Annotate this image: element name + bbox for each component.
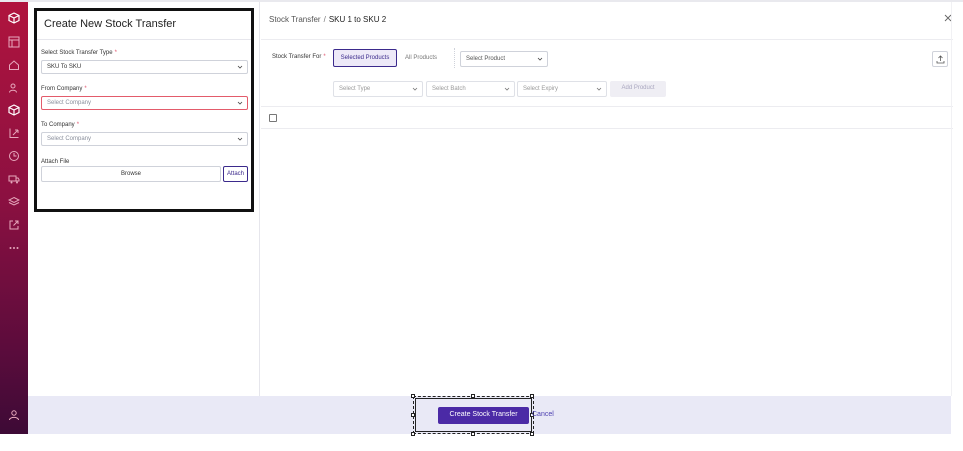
from-company-select[interactable]: Select Company [41,96,248,110]
panel-right-edge [951,2,952,396]
transfer-type-select[interactable]: SKU To SKU [41,60,248,74]
to-company-select[interactable]: Select Company [41,132,248,146]
resize-handle [530,432,534,436]
clock-icon[interactable] [7,149,21,163]
export-button[interactable] [932,51,948,67]
select-batch-placeholder: Select Batch [432,86,466,92]
browse-label: Browse [120,171,141,177]
transfer-details-panel: Stock Transfer / SKU 1 to SKU 2 Stock Tran… [261,2,963,396]
cancel-link[interactable]: Cancel [532,411,554,418]
from-company-placeholder: Select Company [47,100,92,106]
all-products-tab[interactable]: All Products [399,49,443,67]
resize-handle [471,394,475,398]
to-company-placeholder: Select Company [47,136,92,142]
form-divider [37,39,251,40]
profile-icon[interactable] [7,408,21,422]
resize-handle [411,394,415,398]
breadcrumb-parent[interactable]: Stock Transfer [269,15,321,24]
users-icon[interactable] [7,81,21,95]
chevron-down-icon [596,87,602,91]
add-product-button[interactable]: Add Product [610,81,666,97]
upload-icon [936,55,945,64]
breadcrumb-current: SKU 1 to SKU 2 [328,15,387,24]
attach-file-label: Attach File [41,159,70,165]
chevron-down-icon [412,87,418,91]
resize-handle [530,394,534,398]
chevron-down-icon [237,101,243,105]
breadcrumb: Stock Transfer / SKU 1 to SKU 2 [269,15,386,24]
header-divider [261,39,953,40]
chevron-down-icon [237,65,243,69]
stock-transfer-form: Create New Stock Transfer Select Stock T… [34,8,254,212]
resize-handle [471,432,475,436]
create-stock-transfer-label: Create Stock Transfer [449,411,518,418]
truck-icon[interactable] [7,172,21,186]
select-expiry-placeholder: Select Expiry [523,86,559,92]
add-product-label: Add Product [621,85,655,91]
chevron-down-icon [537,57,543,61]
chevron-down-icon [504,87,510,91]
resize-handle [411,432,415,436]
breadcrumb-separator: / [323,15,326,24]
attach-button-label: Attach [226,171,244,177]
home-icon[interactable] [7,58,21,72]
transfer-icon[interactable] [7,126,21,140]
resize-handle [411,413,415,417]
chevron-down-icon [237,137,243,141]
table-header-bottom-border [261,128,953,129]
attach-button[interactable]: Attach [223,166,248,182]
from-company-label: From Company * [41,86,87,92]
browse-file-input[interactable]: Browse [41,166,221,182]
transfer-for-label: Stock Transfer For * [272,54,326,60]
transfer-type-value: SKU To SKU [47,64,82,70]
app-root: Create New Stock Transfer Select Stock T… [0,0,963,451]
layout-icon[interactable] [7,35,21,49]
logo-cube-icon[interactable] [7,11,21,25]
filter-separator [454,48,455,68]
to-company-label: To Company * [41,122,80,128]
transfer-type-label: Select Stock Transfer Type * [41,50,117,56]
inventory-box-icon[interactable] [7,103,21,117]
select-expiry-dropdown[interactable]: Select Expiry [517,81,607,97]
create-stock-transfer-button[interactable]: Create Stock Transfer [438,407,529,424]
layers-icon[interactable] [7,195,21,209]
sidebar [0,2,28,434]
external-link-icon[interactable] [7,218,21,232]
more-icon[interactable] [7,241,21,255]
selected-products-tab[interactable]: Selected Products [333,49,397,67]
form-title: Create New Stock Transfer [44,18,177,30]
select-all-checkbox[interactable] [269,114,277,122]
select-type-placeholder: Select Type [339,86,371,92]
table-header-top-border [261,106,953,107]
select-product-dropdown[interactable]: Select Product [460,51,548,67]
select-type-dropdown[interactable]: Select Type [333,81,423,97]
select-product-placeholder: Select Product [466,56,506,62]
select-batch-dropdown[interactable]: Select Batch [426,81,515,97]
